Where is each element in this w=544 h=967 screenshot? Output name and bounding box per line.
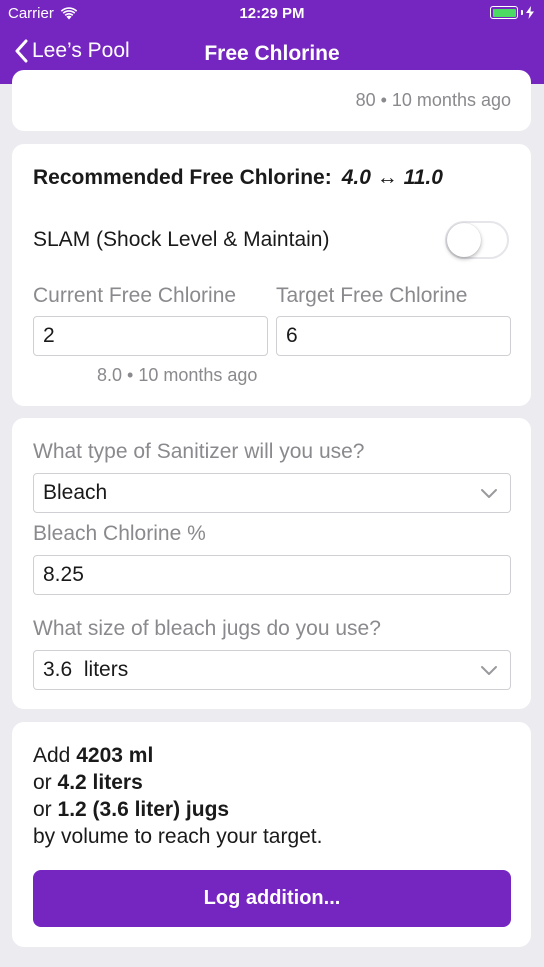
result-ml-value: 4203 ml bbox=[76, 744, 154, 767]
status-time: 12:29 PM bbox=[239, 5, 305, 22]
recommended-range: 4.0 ↔ 11.0 bbox=[341, 166, 443, 189]
bleach-percent-input[interactable]: 8.25 bbox=[33, 555, 511, 595]
jug-size-value: 3.6 liters bbox=[43, 658, 129, 681]
result-line-suffix: by volume to reach your target. bbox=[33, 825, 323, 848]
chevron-down-icon bbox=[481, 666, 497, 675]
current-chlorine-last-reading: 8.0 • 10 months ago bbox=[97, 365, 258, 385]
result-line-ml: Add 4203 ml bbox=[33, 742, 322, 769]
chevron-down-icon bbox=[481, 489, 497, 498]
sanitizer-type-value: Bleach bbox=[43, 481, 108, 504]
recommended-free-chlorine: Recommended Free Chlorine: 4.0 ↔ 11.0 bbox=[33, 166, 443, 190]
recommended-label: Recommended Free Chlorine: bbox=[33, 166, 332, 189]
page-title: Free Chlorine bbox=[204, 42, 340, 65]
result-line-liters: or 4.2 liters bbox=[33, 769, 322, 796]
result-prefix: Add bbox=[33, 744, 71, 767]
slam-toggle-knob bbox=[447, 223, 481, 257]
result-prefix: or bbox=[33, 771, 52, 794]
result-jugs-value: 1.2 (3.6 liter) jugs bbox=[57, 798, 230, 821]
result-liters-value: 4.2 liters bbox=[57, 771, 143, 794]
battery-group bbox=[490, 6, 534, 19]
current-chlorine-input[interactable]: 2 bbox=[33, 316, 268, 356]
sanitizer-type-select[interactable]: Bleach bbox=[33, 473, 511, 513]
jug-size-label: What size of bleach jugs do you use? bbox=[33, 617, 381, 640]
log-addition-button[interactable]: Log addition... bbox=[33, 870, 511, 927]
result-card: Add 4203 ml or 4.2 liters or 1.2 (3.6 li… bbox=[12, 722, 531, 947]
status-bar: Carrier 12:29 PM bbox=[0, 0, 544, 27]
result-prefix: or bbox=[33, 798, 52, 821]
charging-bolt-icon bbox=[526, 6, 534, 19]
slam-toggle[interactable] bbox=[445, 221, 509, 259]
target-chlorine-input[interactable]: 6 bbox=[276, 316, 511, 356]
sanitizer-card: What type of Sanitizer will you use? Ble… bbox=[12, 418, 531, 709]
previous-reading-card: 80 • 10 months ago bbox=[12, 70, 531, 131]
chlorine-card: Recommended Free Chlorine: 4.0 ↔ 11.0 SLA… bbox=[12, 144, 531, 406]
previous-reading-meta: 80 • 10 months ago bbox=[355, 90, 511, 110]
dosage-result: Add 4203 ml or 4.2 liters or 1.2 (3.6 li… bbox=[33, 742, 322, 850]
slam-label: SLAM (Shock Level & Maintain) bbox=[33, 228, 330, 251]
sanitizer-type-label: What type of Sanitizer will you use? bbox=[33, 440, 365, 463]
battery-tip bbox=[521, 10, 523, 15]
result-line-jugs: or 1.2 (3.6 liter) jugs bbox=[33, 796, 322, 823]
battery-icon bbox=[490, 6, 518, 19]
jug-size-select[interactable]: 3.6 liters bbox=[33, 650, 511, 690]
current-chlorine-label: Current Free Chlorine bbox=[33, 284, 237, 307]
target-chlorine-label: Target Free Chlorine bbox=[276, 284, 468, 307]
bleach-percent-label: Bleach Chlorine % bbox=[33, 522, 206, 545]
